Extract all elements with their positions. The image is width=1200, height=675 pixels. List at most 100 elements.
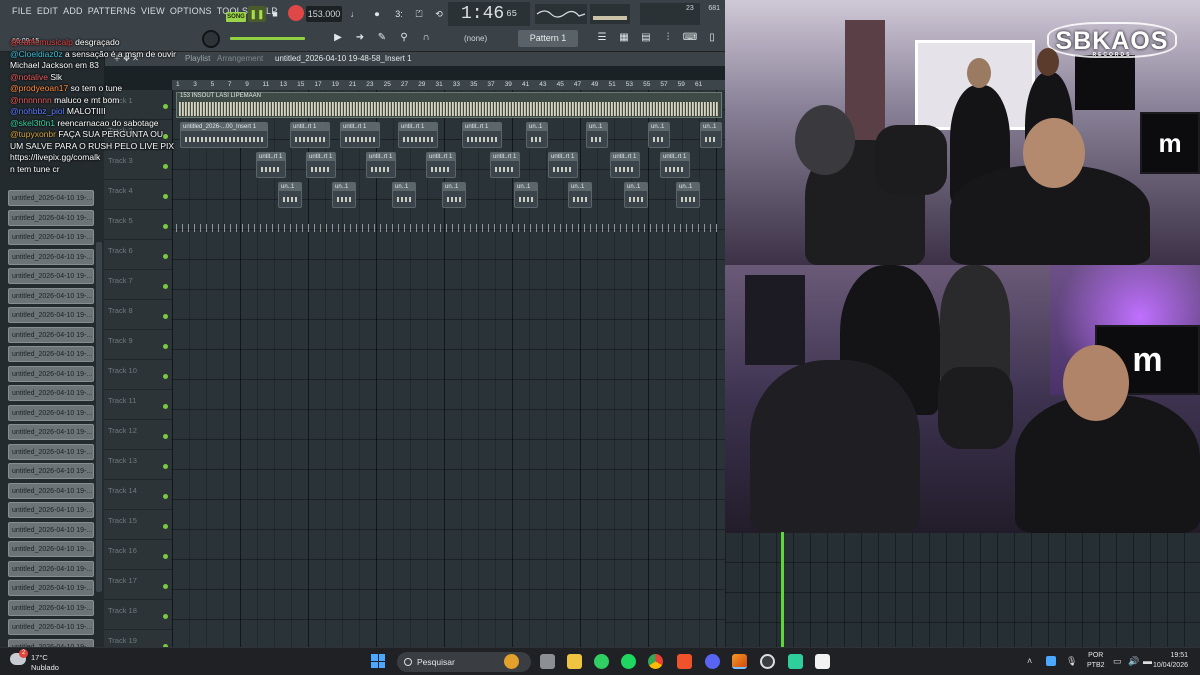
discord-icon[interactable] [705, 654, 720, 669]
browser-clip-item[interactable]: untitled_2026-04-10 19-... [8, 463, 94, 479]
network-icon[interactable]: ▭ [1113, 656, 1123, 666]
menu-item-edit[interactable]: EDIT [37, 6, 58, 16]
browser-clip-item[interactable]: untitled_2026-04-10 19-... [8, 209, 94, 226]
browser-clip-item[interactable]: untitled_2026-04-10 19-... [8, 346, 94, 362]
track-header[interactable]: Track 9 [104, 330, 172, 360]
capcut-icon[interactable] [815, 654, 830, 669]
song-mode-toggle[interactable]: SONG [226, 12, 246, 22]
track-header[interactable]: Track 8 [104, 300, 172, 330]
browser-clip-item[interactable]: untitled_2026-04-10 19-... [8, 229, 94, 245]
menu-item-view[interactable]: VIEW [141, 6, 165, 16]
whatsapp-icon[interactable] [594, 654, 609, 669]
master-pitch-slider[interactable] [230, 37, 305, 40]
track-mute-led[interactable] [163, 194, 168, 199]
audio-clip[interactable]: untit..rt 1 [366, 152, 396, 178]
audio-clip[interactable]: un..1 [586, 122, 608, 148]
audio-clip[interactable]: untit..rt 1 [462, 122, 502, 148]
menu-item-options[interactable]: OPTIONS [170, 6, 212, 16]
menu-item-add[interactable]: ADD [63, 6, 83, 16]
track-header[interactable]: Track 10 [104, 360, 172, 390]
browser-clip-item[interactable]: untitled_2026-04-10 19-... [8, 404, 94, 421]
track-mute-led[interactable] [163, 254, 168, 259]
playhead[interactable] [781, 532, 784, 647]
browser-clip-item[interactable]: untitled_2026-04-10 19-... [8, 521, 94, 538]
audio-clip[interactable]: untit..rt 1 [398, 122, 438, 148]
record-button[interactable] [288, 5, 304, 21]
timeline-ruler[interactable]: 1 3 5 7 9 11 13 15 17 19 21 23 25 27 29 31 33 35 37 39 41 43 4… [172, 80, 725, 90]
browser-clip-item[interactable]: untitled_2026-04-10 19-... [8, 326, 94, 343]
song-position-display[interactable]: 1:46 65 [448, 2, 530, 26]
step-edit-icon[interactable]: ⏍ [410, 6, 428, 22]
track-header[interactable]: Track 7 [104, 270, 172, 300]
audio-clip[interactable]: un..1 [624, 182, 648, 208]
menu-item-patterns[interactable]: PATTERNS [88, 6, 136, 16]
audio-clip[interactable]: un..1 [648, 122, 670, 148]
track-header[interactable]: Track 4 [104, 180, 172, 210]
track-mute-led[interactable] [163, 554, 168, 559]
audio-clip[interactable]: un..1 [526, 122, 548, 148]
audio-clip[interactable]: untit..rt 1 [340, 122, 380, 148]
audio-clip[interactable]: untit..rt 1 [306, 152, 336, 178]
playlist-grid-continued[interactable] [725, 533, 1200, 647]
browser-clip-item[interactable]: untitled_2026-04-10 19-... [8, 443, 94, 460]
browser-clip-item[interactable]: untitled_2026-04-10 19-... [8, 307, 94, 323]
audio-clip[interactable]: un..1 [514, 182, 538, 208]
audio-clip[interactable]: un..1 [700, 122, 722, 148]
browser-clip-item[interactable]: untitled_2026-04-10 19-... [8, 385, 94, 401]
link-icon[interactable]: ⚲ [396, 32, 412, 46]
track-mute-led[interactable] [163, 344, 168, 349]
piano-roll-icon[interactable]: ▦ [616, 32, 632, 46]
pause-button[interactable]: ❚❚ [248, 6, 266, 22]
track-mute-led[interactable] [163, 584, 168, 589]
track-header[interactable]: Track 13 [104, 450, 172, 480]
browser-clip-item[interactable]: untitled_2026-04-10 19-... [8, 541, 94, 557]
browser-clip-item[interactable]: untitled_2026-04-10 19-... [8, 580, 94, 596]
track-header[interactable]: Track 11 [104, 390, 172, 420]
tray-app-icon[interactable] [1046, 656, 1056, 666]
track-header[interactable]: Track 18 [104, 600, 172, 630]
browser-clip-item[interactable]: untitled_2026-04-10 19-... [8, 365, 94, 382]
wait-input-icon[interactable]: ⏺ [368, 6, 386, 22]
track-header[interactable]: Track 6 [104, 240, 172, 270]
audio-clip-master[interactable]: 153 INSOUT LASI LIPEMAAN [176, 92, 722, 118]
audio-clip[interactable]: un..1 [392, 182, 416, 208]
spotify-icon[interactable] [621, 654, 636, 669]
brave-icon[interactable] [677, 654, 692, 669]
track-mute-led[interactable] [163, 314, 168, 319]
browser-clip-item[interactable]: untitled_2026-04-10 19-... [8, 287, 94, 304]
arrow-enter-icon[interactable]: ➜ [352, 32, 368, 46]
browser-clip-item[interactable]: untitled_2026-04-10 19-... [8, 619, 94, 635]
track-mute-led[interactable] [163, 614, 168, 619]
metronome-icon[interactable]: ♩ [346, 6, 364, 22]
track-header[interactable]: Track 16 [104, 540, 172, 570]
audio-clip[interactable]: un..1 [278, 182, 302, 208]
countdown-icon[interactable]: 3: [390, 6, 408, 22]
playlist-icon[interactable]: ☰ [594, 32, 610, 46]
search-highlight-icon[interactable] [504, 654, 519, 669]
audio-clip[interactable]: untit..rt 1 [548, 152, 578, 178]
browser-scrollbar[interactable] [96, 242, 102, 592]
battery-icon[interactable]: ▬ [1143, 656, 1153, 666]
audio-clip[interactable]: un..1 [442, 182, 466, 208]
track-header[interactable]: Track 5 [104, 210, 172, 240]
menu-item-file[interactable]: FILE [12, 6, 32, 16]
mixer-icon[interactable]: ⫶ [660, 32, 676, 46]
browser-clip-item[interactable]: untitled_2026-04-10 19-... [8, 190, 94, 206]
track-mute-led[interactable] [163, 374, 168, 379]
file-icon[interactable]: ▯ [704, 32, 720, 46]
browser-clip-item[interactable]: untitled_2026-04-10 19-... [8, 424, 94, 440]
audio-clip[interactable]: untit..rt 1 [426, 152, 456, 178]
track-mute-led[interactable] [163, 524, 168, 529]
obs-icon[interactable] [760, 654, 775, 669]
track-header[interactable]: Track 15 [104, 510, 172, 540]
track-mute-led[interactable] [163, 404, 168, 409]
plugin-icon[interactable]: ⌨ [682, 32, 698, 46]
audio-clip[interactable]: un..1 [332, 182, 356, 208]
microphone-icon[interactable]: 🎙 [1066, 656, 1077, 666]
browser-clip-item[interactable]: untitled_2026-04-10 19-... [8, 268, 94, 284]
track-mute-led[interactable] [163, 434, 168, 439]
track-mute-led[interactable] [163, 224, 168, 229]
channel-rack-icon[interactable]: ▤ [638, 32, 654, 46]
stop-button[interactable]: ■ [268, 6, 282, 22]
audio-clip[interactable]: untit..rt 1 [256, 152, 286, 178]
